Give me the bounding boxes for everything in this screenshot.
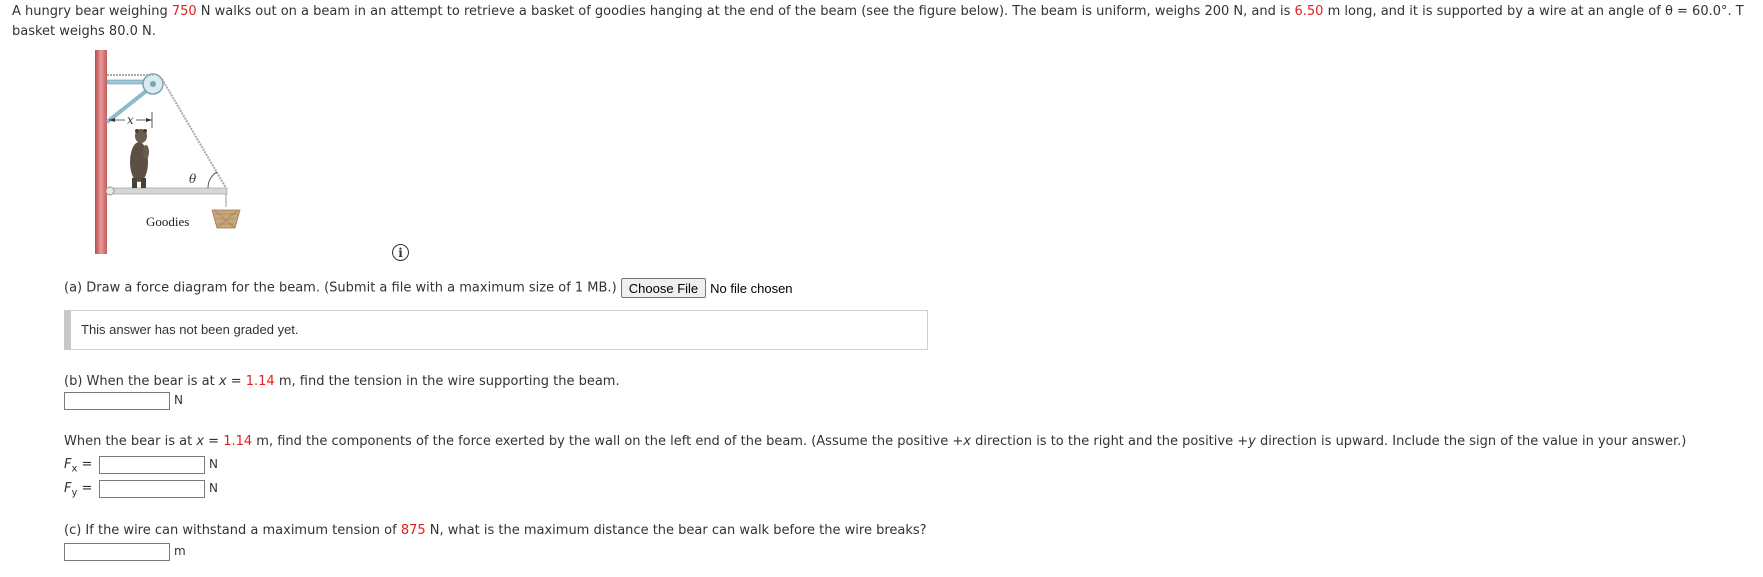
y-variable: y [1248,434,1256,449]
problem-statement: A hungry bear weighing 750 N walks out o… [12,2,1763,42]
prompt-text: (b) When the bear is at [64,374,219,389]
prompt-text: direction is upward. Include the sign of… [1255,434,1687,449]
part-c-prompt: (c) If the wire can withstand a maximum … [64,523,927,538]
part-a-prompt: (a) Draw a force diagram for the beam. (… [64,280,617,296]
choose-file-button[interactable]: Choose File [620,278,707,298]
problem-line-2: basket weighs 80.0 N. [12,24,156,39]
equals-sign: = [204,434,224,449]
x-value: 1.14 [245,374,275,389]
intro-text: N walks out on a beam in an attempt to r… [196,4,1295,19]
fy-subscript: y [71,487,78,499]
intro-text: A hungry bear weighing [12,4,172,19]
fy-input[interactable] [99,480,205,498]
part-b-prompt: (b) When the bear is at x = 1.14 m, find… [64,374,620,389]
tension-input[interactable] [64,392,170,410]
prompt-text: m, find the tension in the wire supporti… [274,374,620,389]
prompt-text: m, find the components of the force exer… [252,434,964,449]
fy-unit: N [209,481,218,495]
goodies-basket [211,209,241,229]
equals-sign: = [226,374,246,389]
fx-subscript: x [71,463,78,475]
graded-status-text: This answer has not been graded yet. [81,322,299,337]
fy-label: Fy = [64,481,92,499]
graded-status-box: This answer has not been graded yet. [64,310,928,350]
x-variable: x [196,434,205,449]
fx-unit: N [209,457,218,471]
figure-drawing: x θ Goodies [95,50,241,254]
max-tension-value: 875 [400,523,426,538]
beam-bear-figure: x θ Goodies [88,48,288,260]
fx-label: Fx = [64,457,92,475]
fx-input[interactable] [99,456,205,474]
x-variable: x [218,374,227,389]
intro-text: m long, and it is supported by a wire at… [1323,4,1744,19]
goodies-label: Goodies [146,214,189,229]
tension-unit: N [174,393,183,407]
max-distance-input[interactable] [64,543,170,561]
max-distance-unit: m [174,544,186,558]
wall [95,50,107,254]
x-label: x [127,113,134,127]
theta-label: θ [189,172,197,186]
prompt-text: (c) If the wire can withstand a maximum … [64,523,401,538]
wall-force-prompt: When the bear is at x = 1.14 m, find the… [64,434,1686,449]
x-arrow-right [146,118,152,122]
no-file-chosen-text: No file chosen [710,280,793,296]
beam [106,187,228,195]
bear [130,129,149,188]
theta-arc [207,171,218,189]
beam-length-value: 6.50 [1294,4,1324,19]
equals-sign: = [81,457,93,472]
prompt-text: direction is to the right and the positi… [970,434,1249,449]
bear-weight-value: 750 [171,4,197,19]
info-icon[interactable]: i [392,244,409,261]
x-variable: x [963,434,971,449]
pulley-axle [150,81,156,87]
prompt-text: When the bear is at [64,434,197,449]
hinge [105,186,115,196]
prompt-text: N, what is the maximum distance the bear… [425,523,927,538]
equals-sign: = [81,481,93,496]
part-a-row: (a) Draw a force diagram for the beam. (… [64,278,793,298]
problem-line-1: A hungry bear weighing 750 N walks out o… [12,2,1763,22]
x-value: 1.14 [223,434,253,449]
